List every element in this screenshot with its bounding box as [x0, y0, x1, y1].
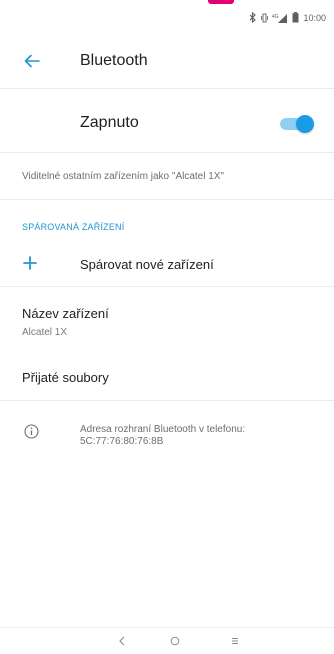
device-name-item[interactable]: Název zařízení Alcatel 1X [0, 296, 334, 348]
bluetooth-master-switch-row[interactable]: Zapnuto [0, 96, 334, 153]
plus-icon [22, 255, 38, 271]
nav-back-icon [118, 633, 126, 651]
bluetooth-settings-screen: 4G 10:00 Bluetooth Zapnuto Viditelné ost… [0, 0, 334, 654]
bluetooth-toggle[interactable] [280, 115, 314, 133]
status-bar: 4G 10:00 [0, 0, 334, 34]
page-title: Bluetooth [80, 52, 148, 69]
carrier-marker [208, 0, 234, 4]
device-name-title: Název zařízení [22, 306, 109, 321]
nav-recent-button[interactable] [226, 634, 244, 650]
device-name-value: Alcatel 1X [22, 327, 68, 338]
divider [0, 199, 334, 200]
info-icon [24, 424, 39, 439]
network-type-label: 4G [272, 14, 279, 20]
signal-icon: 4G [272, 13, 288, 23]
received-files-label: Přijaté soubory [22, 370, 109, 385]
visibility-text: Viditelné ostatním zařízením jako "Alcat… [22, 171, 225, 182]
nav-back-button[interactable] [113, 634, 131, 650]
back-button[interactable] [18, 50, 46, 76]
status-icons: 4G 10:00 [249, 12, 326, 23]
bluetooth-address-info: Adresa rozhraní Bluetooth v telefonu: 5C… [0, 414, 334, 464]
toolbar: Bluetooth [0, 38, 334, 89]
nav-recent-icon [230, 633, 240, 651]
nav-home-icon [170, 633, 180, 651]
toggle-thumb [296, 115, 314, 133]
bluetooth-icon [249, 12, 257, 23]
pair-new-device-item[interactable]: Spárovat nové zařízení [0, 244, 334, 287]
navigation-bar [0, 627, 334, 654]
master-switch-label: Zapnuto [80, 114, 139, 131]
vibrate-icon [261, 13, 269, 23]
battery-icon [292, 12, 299, 23]
paired-devices-header: SPÁROVANÁ ZAŘÍZENÍ [22, 222, 125, 232]
arrow-back-icon [24, 54, 40, 73]
nav-home-button[interactable] [166, 634, 184, 650]
received-files-item[interactable]: Přijaté soubory [0, 358, 334, 401]
pair-new-device-label: Spárovat nové zařízení [80, 257, 214, 272]
bluetooth-address-text: Adresa rozhraní Bluetooth v telefonu: 5C… [80, 424, 246, 447]
status-time: 10:00 [303, 12, 326, 23]
